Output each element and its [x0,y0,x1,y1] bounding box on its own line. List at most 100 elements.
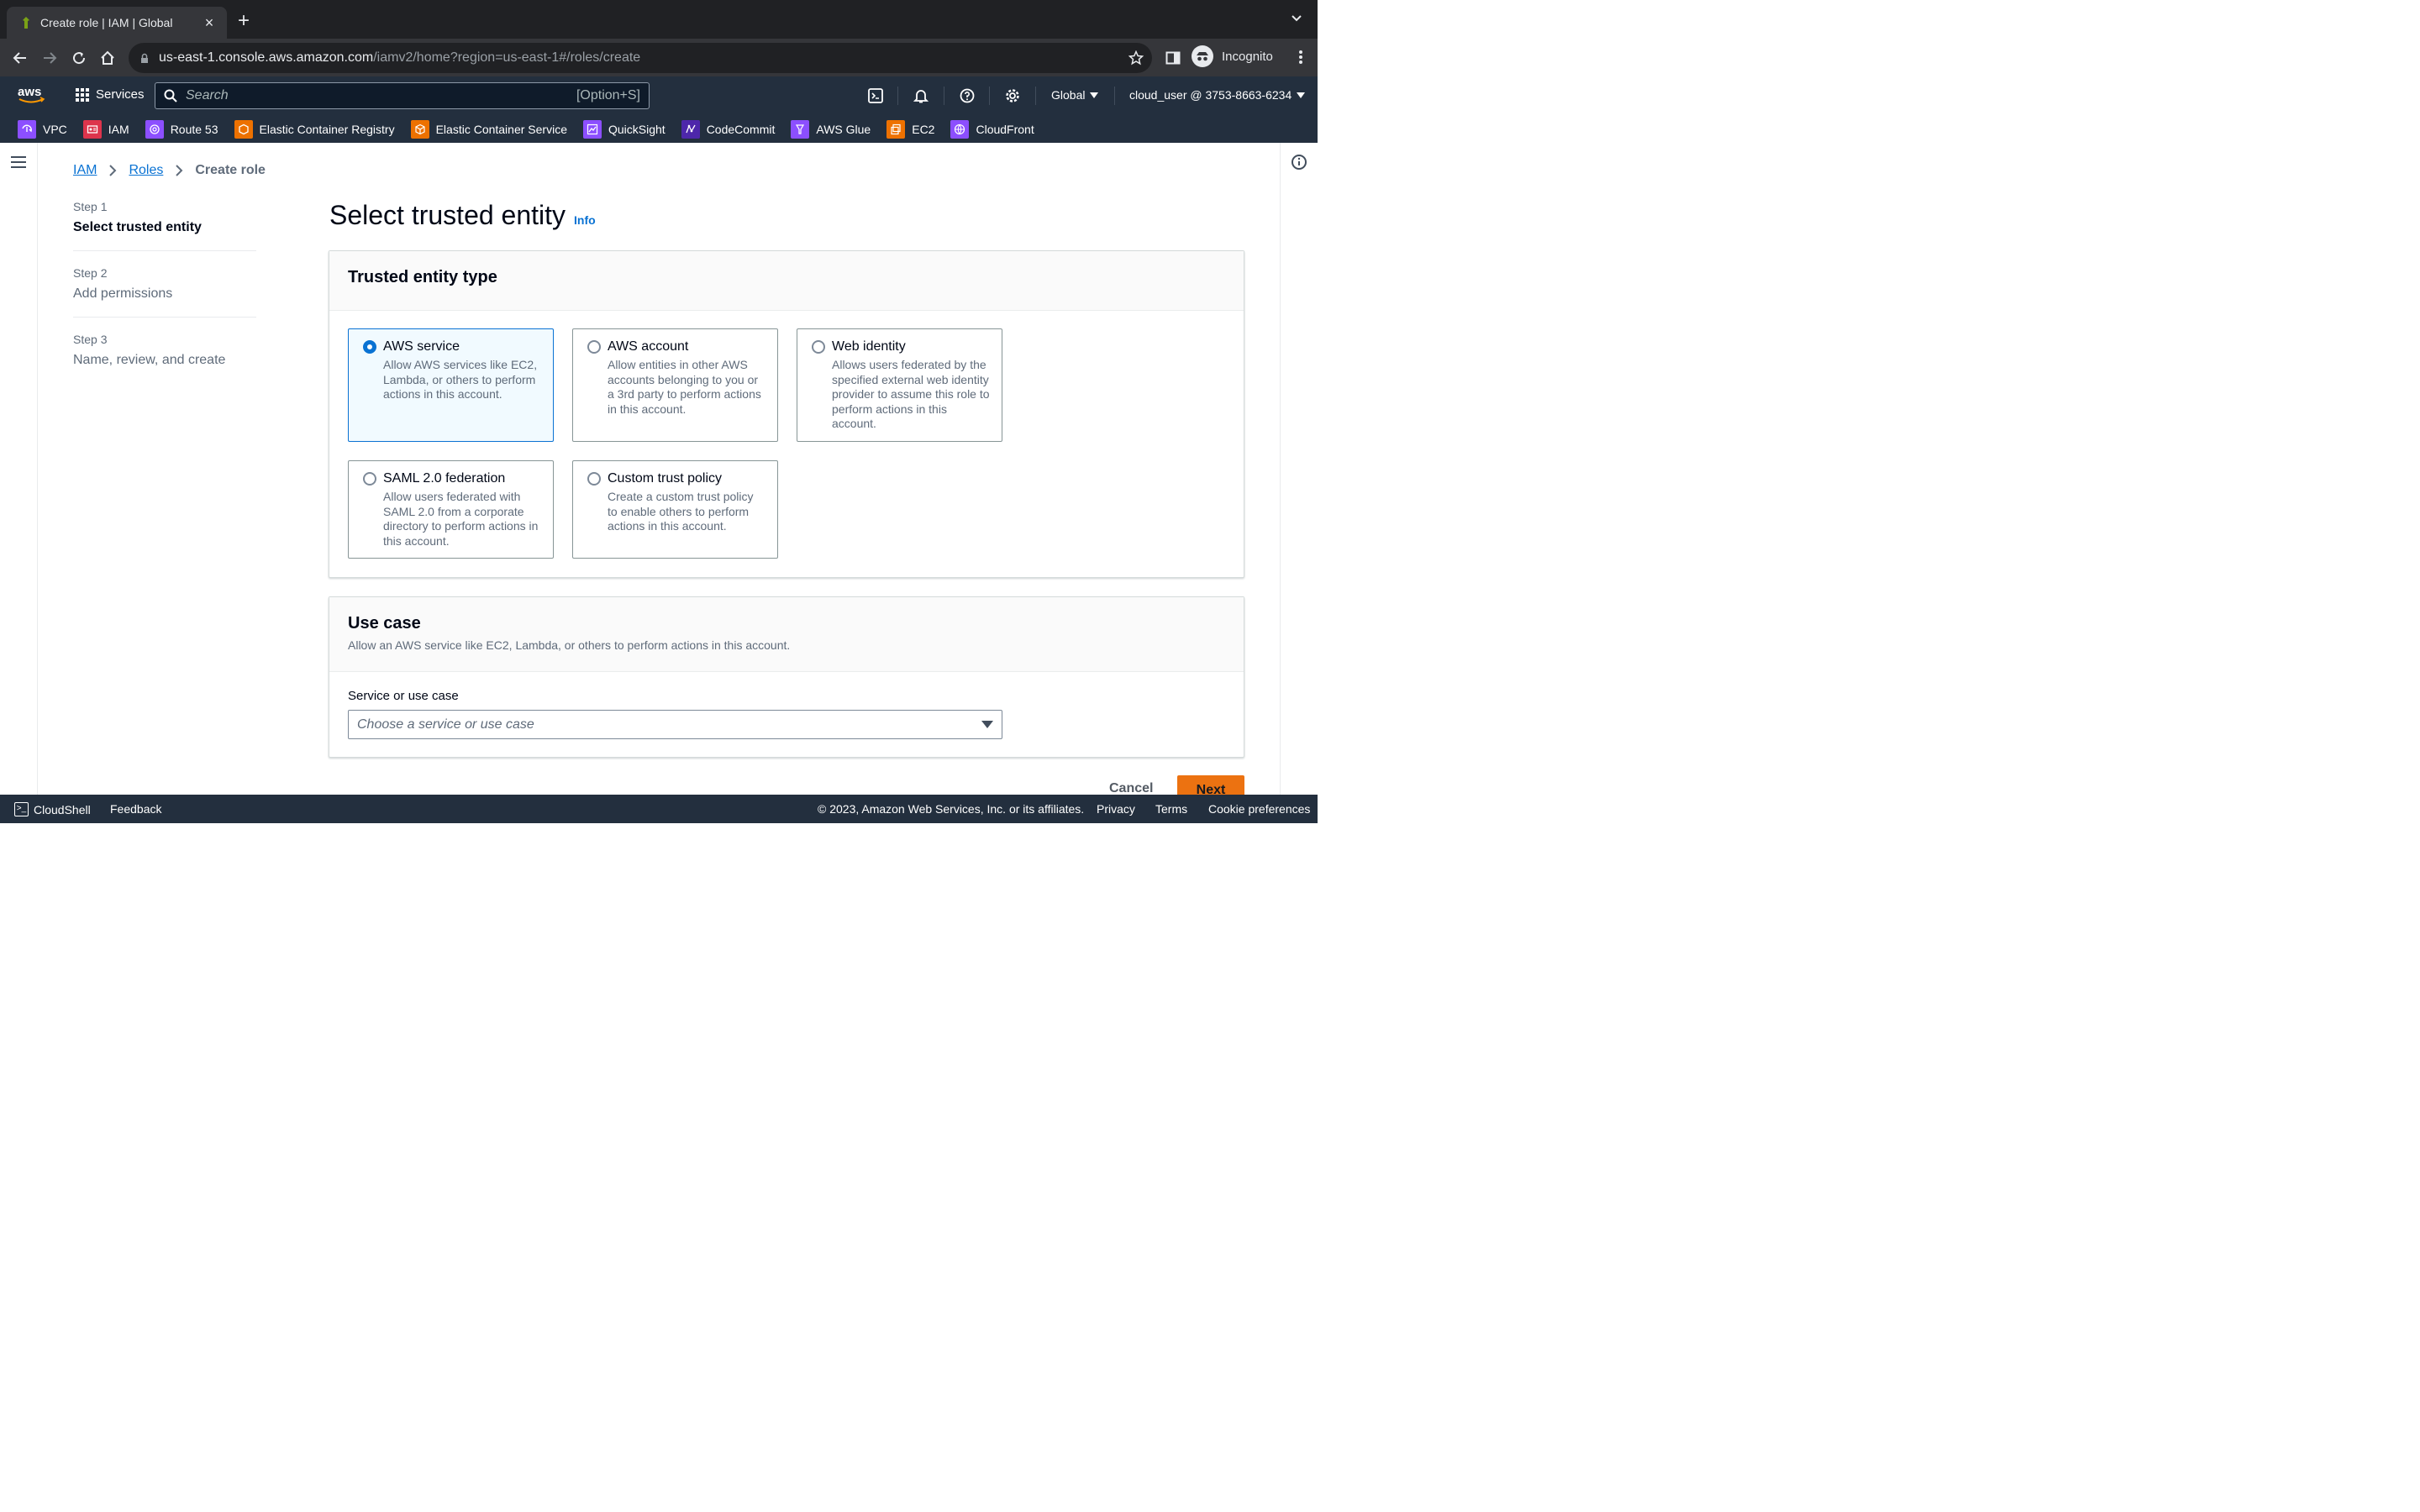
browser-tab[interactable]: Create role | IAM | Global × [7,7,227,39]
radio-custom-trust-policy[interactable] [587,472,601,486]
wizard-step-3: Step 3 Name, review, and create [73,333,256,383]
notifications-bell-icon[interactable] [913,87,929,104]
browser-tab-strip: Create role | IAM | Global × + [0,0,1318,39]
cloudshell-label: CloudShell [34,802,91,816]
favorite-label: IAM [108,122,129,136]
step-number: Step 1 [73,200,108,213]
favorite-aws-glue[interactable]: AWS Glue [791,119,871,139]
address-bar[interactable]: us-east-1.console.aws.amazon.com/iamv2/h… [129,43,1152,73]
page-title: Select trusted entity [329,200,566,230]
aws-logo-icon[interactable]: aws [17,85,45,105]
favorite-ec2[interactable]: EC2 [886,119,934,139]
radio-aws-account[interactable] [587,340,601,354]
step-number: Step 3 [73,333,108,346]
service-use-case-select[interactable]: Choose a service or use case [348,710,1002,739]
services-grid-icon [76,87,89,102]
forward-icon[interactable] [40,49,59,67]
radio-web-identity[interactable] [812,340,825,354]
services-menu-button[interactable]: Services [76,87,145,102]
cookie-preferences-link[interactable]: Cookie preferences [1208,802,1310,816]
option-description: Create a custom trust policy to enable o… [608,490,754,533]
favorite-label: Route 53 [170,122,218,136]
radio-saml-federation[interactable] [363,472,376,486]
help-icon[interactable] [959,87,976,104]
info-link[interactable]: Info [574,213,596,227]
dropdown-caret-icon [981,721,993,728]
incognito-profile[interactable]: Incognito [1192,45,1273,67]
header-divider [989,87,990,105]
hamburger-menu-icon[interactable] [11,156,26,171]
option-description: Allow users federated with SAML 2.0 from… [383,490,539,548]
region-selector[interactable]: Global [1051,88,1099,102]
lock-icon [141,53,148,63]
option-description: Allows users federated by the specified … [832,358,990,430]
header-divider [897,87,898,105]
option-description: Allow AWS services like EC2, Lambda, or … [383,358,538,401]
radio-aws-service[interactable] [363,340,376,354]
ec2-icon [886,119,906,139]
favorite-label: Elastic Container Registry [259,122,395,136]
favorite-route-53[interactable]: Route 53 [145,119,218,139]
use-case-description: Allow an AWS service like EC2, Lambda, o… [348,638,791,652]
breadcrumb-iam-link[interactable]: IAM [73,163,97,178]
feedback-link[interactable]: Feedback [110,802,161,816]
aws-search-box[interactable]: [Option+S] [155,82,650,109]
account-menu[interactable]: cloud_user @ 3753-8663-6234 [1129,88,1306,102]
page-header: Select trusted entity Info [329,200,596,231]
favorite-codecommit[interactable]: CodeCommit [681,119,775,139]
favorite-ecs[interactable]: Elastic Container Service [410,119,567,139]
step-number: Step 2 [73,266,108,280]
back-icon[interactable] [11,49,29,67]
side-panel-icon[interactable] [1164,49,1182,67]
option-aws-account[interactable]: AWS account Allow entities in other AWS … [572,328,778,442]
tab-close-icon[interactable]: × [202,14,217,32]
navigation-rail [0,143,38,795]
favorite-ecr[interactable]: Elastic Container Registry [234,119,395,139]
bookmark-star-icon[interactable] [1128,50,1144,66]
wizard-step-1[interactable]: Step 1 Select trusted entity [73,200,256,251]
privacy-link[interactable]: Privacy [1097,802,1135,816]
favorite-iam[interactable]: IAM [82,119,129,139]
copyright-text: © 2023, Amazon Web Services, Inc. or its… [818,802,1085,816]
info-panel-icon[interactable] [1291,154,1307,171]
caret-down-icon [1090,92,1099,98]
url-path: /iamv2/home?region=us-east-1#/roles/crea… [373,50,641,65]
option-title: SAML 2.0 federation [383,471,506,486]
search-input[interactable] [186,88,576,103]
option-title: AWS service [383,339,460,354]
cloudshell-icon[interactable] [867,87,884,104]
trusted-entity-heading: Trusted entity type [348,268,497,286]
glue-icon [791,119,810,139]
wizard-steps: Step 1 Select trusted entity Step 2 Add … [73,200,256,398]
tab-title: Create role | IAM | Global [40,16,173,29]
cloudshell-button[interactable]: >_ CloudShell [14,802,91,816]
iam-icon [82,119,102,139]
console-footer: >_ CloudShell Feedback © 2023, Amazon We… [0,795,1318,823]
option-aws-service[interactable]: AWS service Allow AWS services like EC2,… [348,328,554,442]
chevron-right-icon [176,165,183,176]
new-tab-icon[interactable]: + [238,11,250,31]
favorite-cloudfront[interactable]: CloudFront [950,119,1034,139]
quicksight-icon [582,119,602,139]
ecr-icon [234,119,253,139]
use-case-heading: Use case [348,614,421,633]
favorite-quicksight[interactable]: QuickSight [582,119,666,139]
cloudfront-icon [950,119,970,139]
favorite-label: VPC [43,122,67,136]
reload-icon[interactable] [70,49,88,67]
option-web-identity[interactable]: Web identity Allows users federated by t… [797,328,1002,442]
incognito-icon [1192,45,1213,67]
settings-gear-icon[interactable] [1004,87,1021,104]
option-title: AWS account [608,339,689,354]
breadcrumb-roles-link[interactable]: Roles [129,163,163,178]
chevron-right-icon [109,165,117,176]
tab-search-chevron-icon[interactable] [1291,14,1302,23]
home-icon[interactable] [98,49,117,67]
browser-menu-icon[interactable] [1299,50,1302,65]
step-name: Add permissions [73,286,173,301]
option-custom-trust-policy[interactable]: Custom trust policy Create a custom trus… [572,460,778,559]
breadcrumb: IAM Roles Create role [73,163,266,178]
option-saml-federation[interactable]: SAML 2.0 federation Allow users federate… [348,460,554,559]
favorite-vpc[interactable]: VPC [18,119,67,139]
terms-link[interactable]: Terms [1155,802,1187,816]
